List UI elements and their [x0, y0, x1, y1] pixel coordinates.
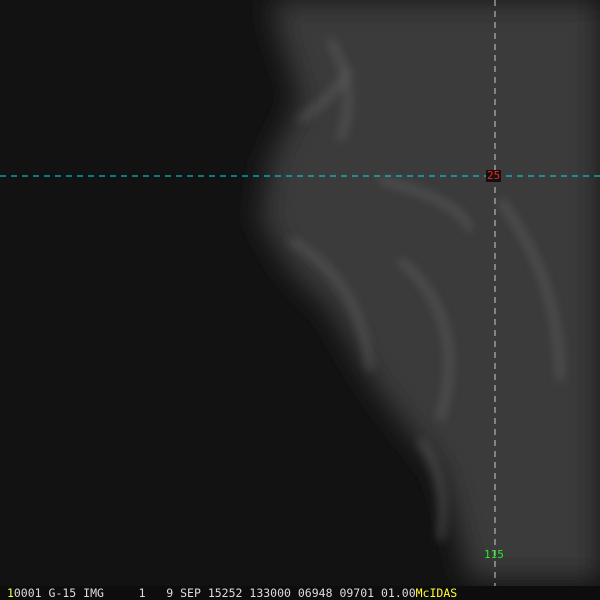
image-date: 9 SEP 15252	[166, 586, 243, 600]
frame-number: 1	[6, 586, 14, 600]
cloud-imagery	[0, 0, 600, 600]
element-number: 09701	[339, 586, 375, 600]
satellite-image-view: 25 115 10001 G-15 IMG 1 9 SEP 15252 1330…	[0, 0, 600, 600]
band-number: 1	[138, 586, 146, 600]
image-time: 133000	[249, 586, 291, 600]
status-bar: 10001 G-15 IMG 1 9 SEP 15252 133000 0694…	[0, 586, 600, 600]
image-type: IMG	[83, 586, 104, 600]
satellite-name: G-15	[48, 586, 77, 600]
latitude-label: 25	[486, 169, 502, 182]
longitude-label: 115	[484, 548, 504, 561]
mcidas-brand: McIDAS	[415, 586, 458, 600]
line-number: 06948	[297, 586, 333, 600]
area-number: 0001	[13, 586, 42, 600]
resolution: 01.00	[381, 586, 416, 600]
